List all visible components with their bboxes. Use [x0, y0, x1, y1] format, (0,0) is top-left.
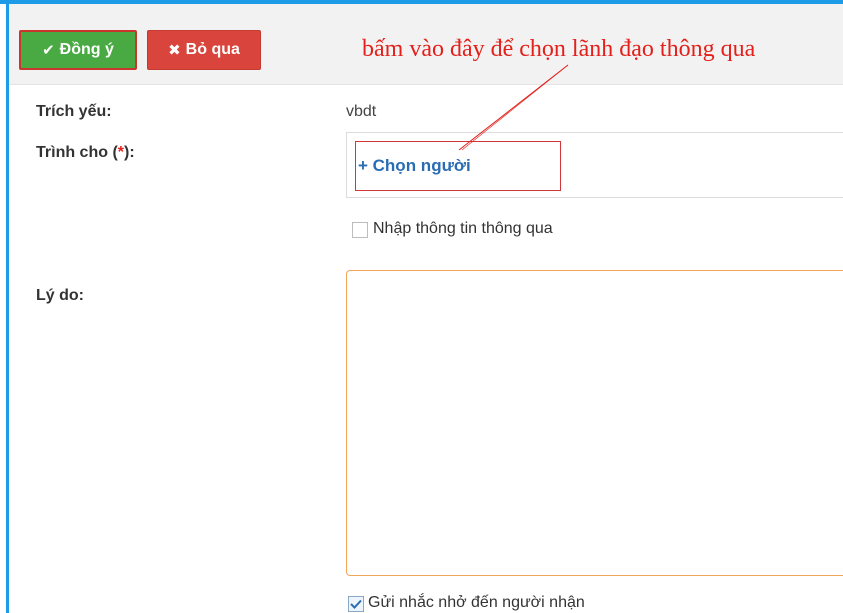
checkmark-icon — [350, 599, 362, 609]
submit-to-label-text: Trình cho ( — [36, 144, 118, 161]
check-icon: ✔ — [42, 42, 55, 59]
reason-label: Lý do: — [36, 287, 84, 304]
skip-button[interactable]: ✖ Bỏ qua — [147, 30, 261, 70]
submit-to-label: Trình cho (*): — [36, 144, 135, 162]
enter-approval-info-label: Nhập thông tin thông qua — [373, 220, 553, 237]
summary-value: vbdt — [346, 103, 377, 120]
summary-label: Trích yếu: — [36, 103, 112, 120]
submit-to-label-end: ): — [124, 144, 135, 161]
enter-approval-info-checkbox[interactable] — [352, 222, 368, 238]
agree-button-label: Đồng ý — [59, 41, 114, 58]
send-reminder-label: Gửi nhắc nhở đến người nhận — [368, 594, 585, 611]
frame-left-border — [6, 0, 9, 613]
agree-button[interactable]: ✔ Đồng ý — [19, 30, 137, 70]
send-reminder-checkbox[interactable] — [348, 596, 364, 612]
x-icon: ✖ — [168, 42, 181, 59]
pick-person-link[interactable]: + Chọn người — [358, 156, 471, 176]
dialog-frame: ✔ Đồng ý ✖ Bỏ qua bấm vào đây để chọn lã… — [0, 0, 843, 613]
skip-button-label: Bỏ qua — [185, 41, 240, 58]
reason-textarea[interactable] — [346, 270, 843, 576]
annotation-text: bấm vào đây để chọn lãnh đạo thông qua — [362, 36, 756, 62]
